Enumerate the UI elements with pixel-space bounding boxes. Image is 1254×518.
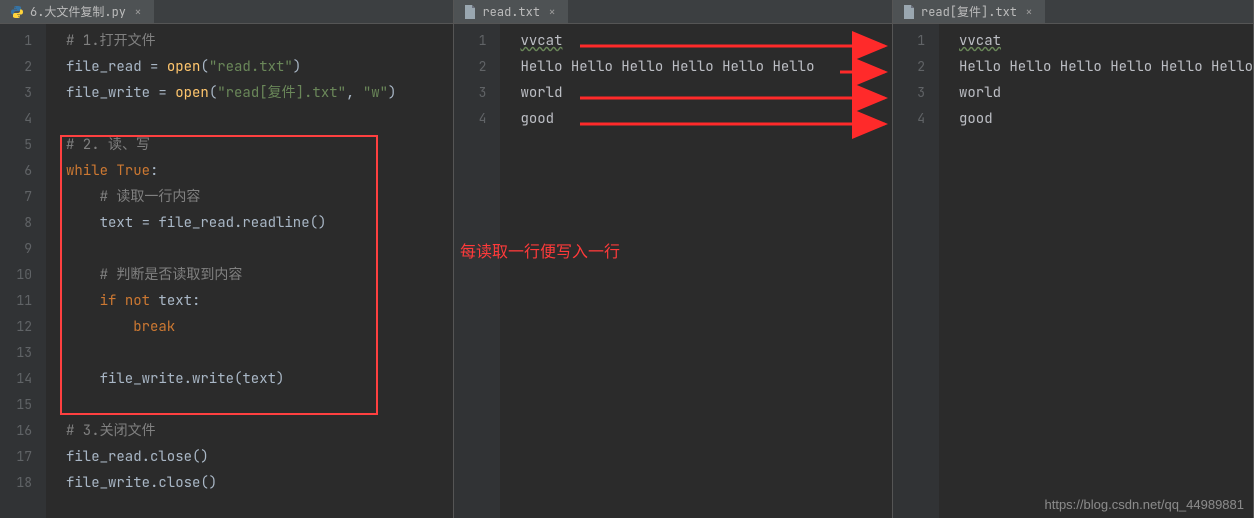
gutter: 1234 xyxy=(454,24,500,518)
tab-read-copy-txt[interactable]: read[复件].txt × xyxy=(893,0,1045,23)
code-area[interactable]: # 1.打开文件 file_read = open("read.txt") fi… xyxy=(46,24,453,518)
close-icon[interactable]: × xyxy=(1023,6,1035,18)
editor-body[interactable]: 1234 vvcat Hello Hello Hello Hello Hello… xyxy=(454,24,892,518)
tab-bar: read.txt × xyxy=(454,0,892,24)
tab-bar: read[复件].txt × xyxy=(893,0,1253,24)
tab-label: read.txt xyxy=(482,4,540,20)
text-file-icon xyxy=(464,5,476,19)
annotation-text: 每读取一行便写入一行 xyxy=(460,238,620,262)
code-comment: # 2. 读、写 xyxy=(66,136,150,154)
tab-label: read[复件].txt xyxy=(921,3,1017,20)
close-icon[interactable]: × xyxy=(132,6,144,18)
tab-bar: 6.大文件复制.py × xyxy=(0,0,453,24)
code-area[interactable]: vvcat Hello Hello Hello Hello Hello Hell… xyxy=(500,24,892,518)
editor-pane-python: 6.大文件复制.py × ▲ 1 ᐱ ᐯ 1234 5678 9101112 1… xyxy=(0,0,454,518)
close-icon[interactable]: × xyxy=(546,6,558,18)
text-file-icon xyxy=(903,5,915,19)
code-area[interactable]: vvcat Hello Hello Hello Hello Hello Hell… xyxy=(939,24,1253,518)
tab-read-txt[interactable]: read.txt × xyxy=(454,0,568,23)
editor-pane-read-copy-txt: read[复件].txt × 1234 vvcat Hello Hello He… xyxy=(893,0,1254,518)
watermark: https://blog.csdn.net/qq_44989881 xyxy=(1045,497,1245,512)
editor-body[interactable]: 1234 vvcat Hello Hello Hello Hello Hello… xyxy=(893,24,1253,518)
gutter: 1234 xyxy=(893,24,939,518)
tab-python-file[interactable]: 6.大文件复制.py × xyxy=(0,0,154,23)
tab-label: 6.大文件复制.py xyxy=(30,3,126,20)
gutter: 1234 5678 9101112 13141516 1718 xyxy=(0,24,46,518)
python-icon xyxy=(10,5,24,19)
code-comment: # 1.打开文件 xyxy=(66,32,156,50)
editor-body[interactable]: 1234 5678 9101112 13141516 1718 # 1.打开文件… xyxy=(0,24,453,518)
